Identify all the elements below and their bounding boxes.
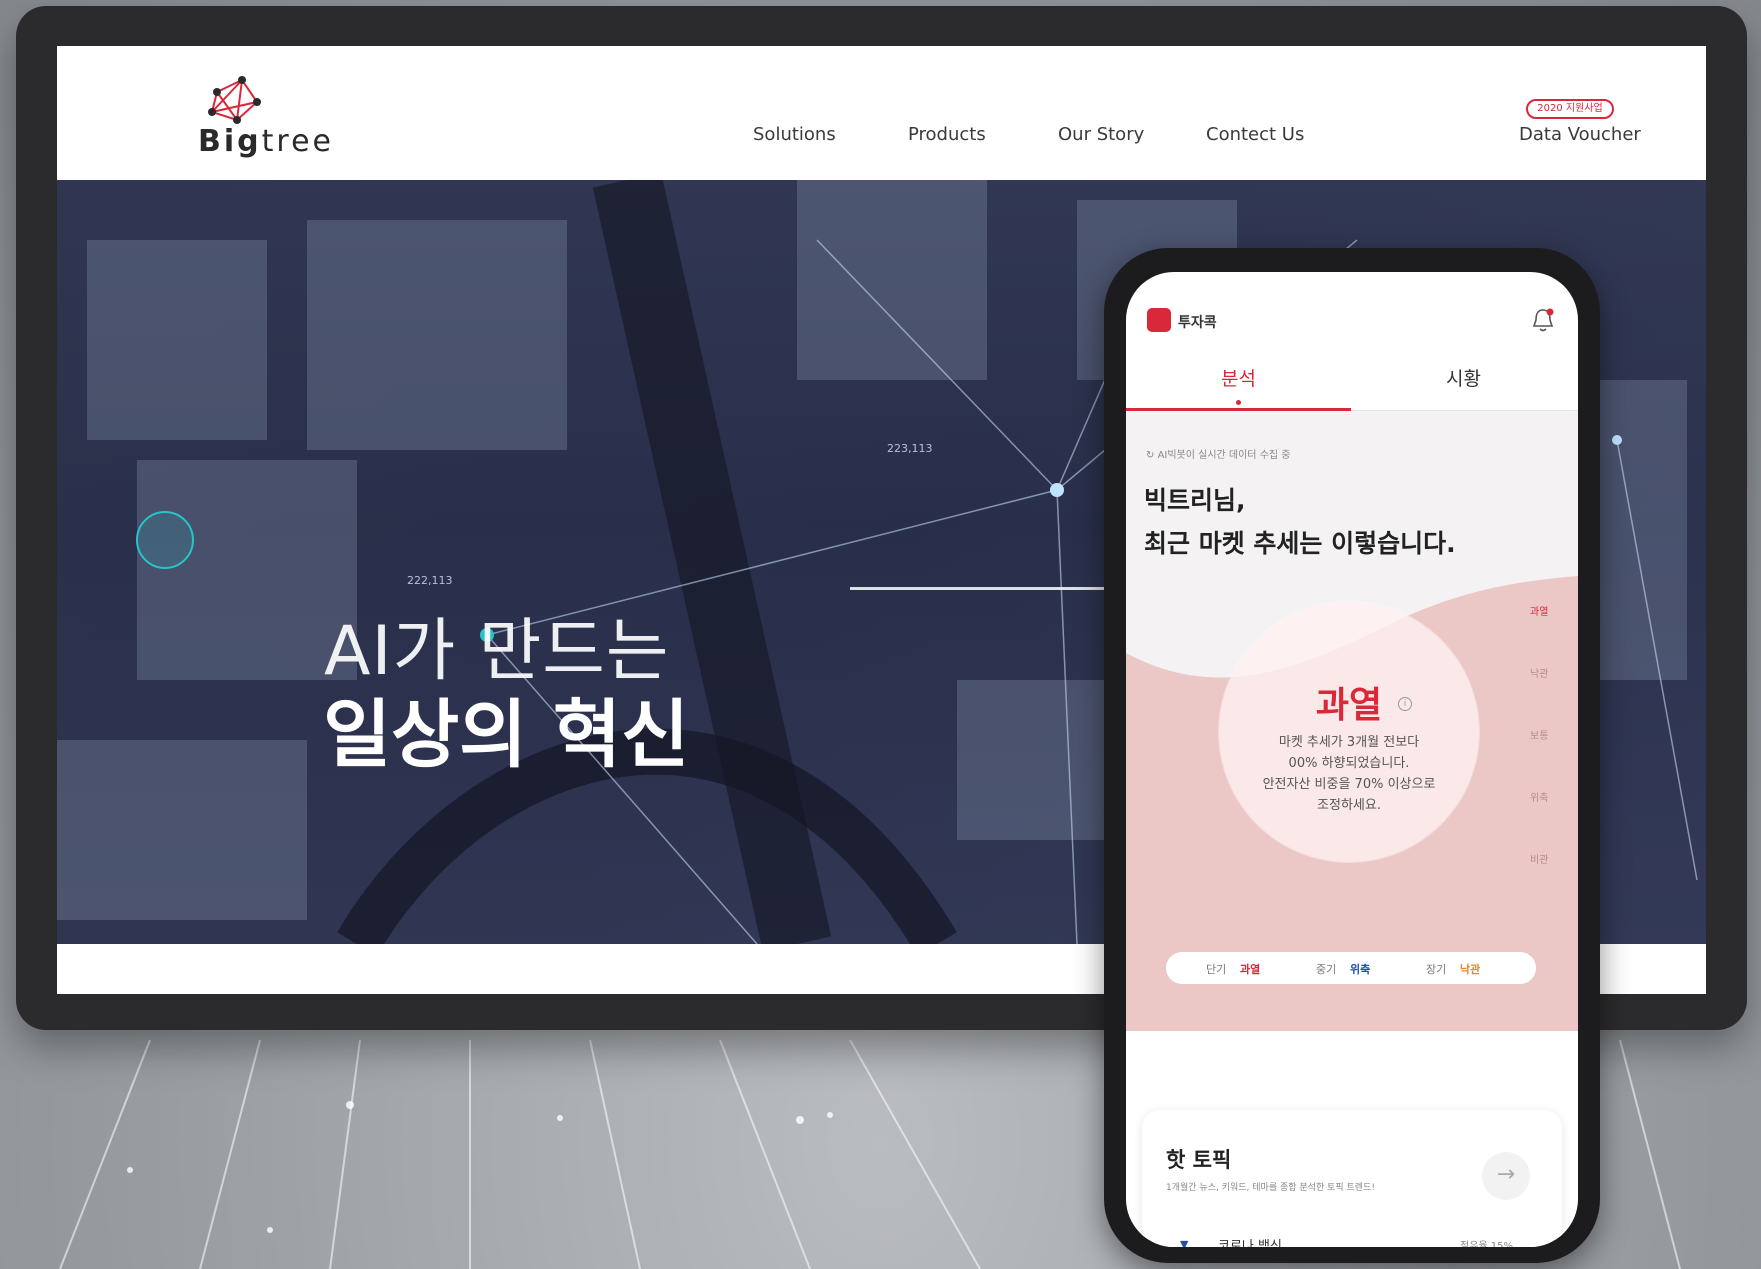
hot-topic-subtitle: 1개월간 뉴스, 키워드, 테마를 종합 분석한 토픽 트렌드! <box>1166 1183 1375 1193</box>
status-text: AI빅봇이 실시간 데이터 수집 중 <box>1157 450 1291 461</box>
hot-topic-card[interactable]: 핫 토픽 1개월간 뉴스, 키워드, 테마를 종합 분석한 토픽 트렌드! → … <box>1142 1110 1562 1247</box>
app-top-bar: 투자콕 <box>1126 272 1578 342</box>
market-analysis-panel: ↻ AI빅봇이 실시간 데이터 수집 중 빅트리님, 최근 마켓 추세는 이렇습… <box>1126 411 1578 1031</box>
active-tab-dot <box>1236 400 1241 405</box>
arrow-right-icon[interactable]: → <box>1482 1152 1530 1200</box>
long-term-value: 낙관 <box>1460 963 1481 976</box>
status-line: ↻ AI빅봇이 실시간 데이터 수집 중 <box>1146 446 1290 461</box>
triangle-down-icon: ▼ <box>1180 1238 1189 1247</box>
scale-neutral: 보통 <box>1530 731 1549 742</box>
logo-text-bold: Big <box>198 124 262 159</box>
nav-data-voucher[interactable]: Data Voucher <box>1519 124 1641 145</box>
message-line-1: 마켓 추세가 3개월 전보다 <box>1278 735 1420 750</box>
refresh-icon: ↻ <box>1146 450 1158 461</box>
overlay-number-1: 223,113 <box>887 442 933 455</box>
market-state-label: 과열 <box>1315 685 1383 726</box>
greeting-line1: 빅트리님, <box>1144 486 1246 515</box>
topic-item-name[interactable]: 코로나 백신 <box>1218 1235 1282 1247</box>
mid-term-label: 중기 <box>1316 963 1337 976</box>
logo-text-light: tree <box>261 124 334 159</box>
info-icon[interactable]: i <box>1398 697 1412 711</box>
greeting-line2: 최근 마켓 추세는 이렇습니다. <box>1144 529 1456 558</box>
mid-term-value: 위축 <box>1350 963 1371 976</box>
message-line-3: 안전자산 비중을 70% 이상으로 <box>1262 777 1436 792</box>
short-term-label: 단기 <box>1206 963 1227 976</box>
nav-our-story[interactable]: Our Story <box>1058 124 1144 145</box>
topic-item-share: 점유율 15% <box>1460 1241 1514 1247</box>
overlay-number-2: 222,113 <box>407 574 453 587</box>
scale-overheat: 과열 <box>1530 607 1549 618</box>
nav-contact-us[interactable]: Contect Us <box>1206 124 1304 145</box>
site-logo-text[interactable]: Bigtree <box>198 124 334 159</box>
bell-icon[interactable] <box>1530 306 1556 334</box>
app-name: 투자콕 <box>1178 315 1217 331</box>
tab-market[interactable]: 시황 <box>1351 364 1576 391</box>
nav-products[interactable]: Products <box>908 124 986 145</box>
data-voucher-badge: 2020 지원사업 <box>1526 99 1614 119</box>
hot-topic-title: 핫 토픽 <box>1166 1148 1232 1172</box>
app-logo-icon[interactable] <box>1147 308 1171 332</box>
short-term-value: 과열 <box>1240 963 1261 976</box>
tab-analysis[interactable]: 분석 <box>1126 364 1351 391</box>
phone-frame: 투자콕 분석 시황 ↻ AI빅봇이 실시간 데이터 수집 중 빅트리님, 최근 … <box>1104 248 1600 1263</box>
message-line-2: 00% 하향되었습니다. <box>1288 756 1410 771</box>
scale-shrink: 위축 <box>1530 793 1549 804</box>
message-line-4: 조정하세요. <box>1317 798 1381 813</box>
site-header: Bigtree Solutions Products Our Story Con… <box>57 46 1706 174</box>
long-term-label: 장기 <box>1426 963 1447 976</box>
phone-screen: 투자콕 분석 시황 ↻ AI빅봇이 실시간 데이터 수집 중 빅트리님, 최근 … <box>1126 272 1578 1247</box>
scale-pessimistic: 비관 <box>1530 855 1549 866</box>
term-summary-pill: 단기 과열 중기 위축 장기 낙관 <box>1166 952 1536 984</box>
scale-optimistic: 낙관 <box>1530 669 1549 680</box>
nav-solutions[interactable]: Solutions <box>753 124 836 145</box>
hero-title-line2: 일상의 혁신 <box>323 692 690 778</box>
